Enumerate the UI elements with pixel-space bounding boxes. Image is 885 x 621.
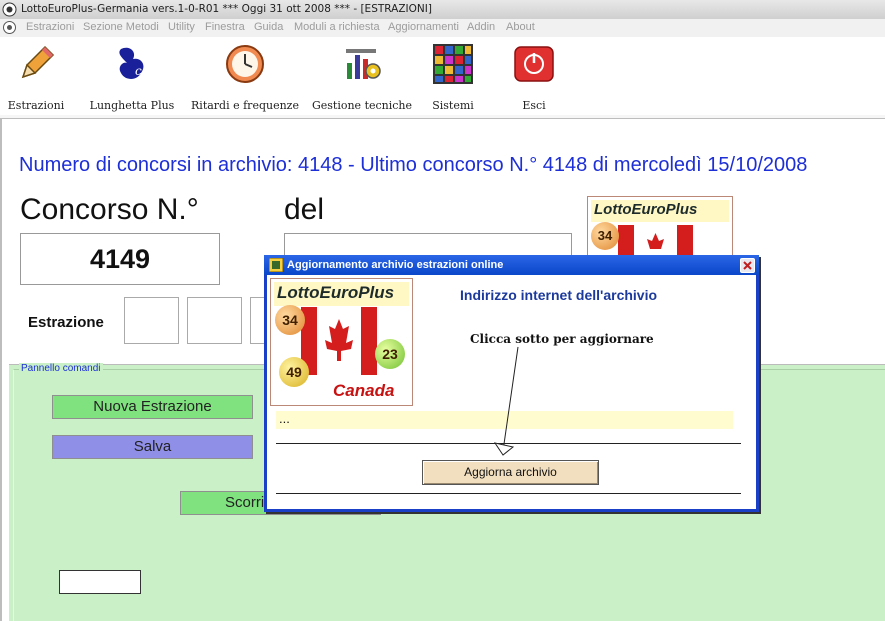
del-label: del [284,193,325,226]
menu-guida[interactable]: Guida [254,21,283,33]
dialog-app-icon [269,258,283,272]
tools-chart-icon [346,49,381,79]
lottery-hand-icon: cc [119,47,149,79]
toolbar-gestione-tecniche-button[interactable]: Gestione tecniche [308,43,416,112]
canada-flag-icon [301,307,377,375]
toolbar-esci-label: Esci [522,99,546,112]
toolbar-estrazioni-button[interactable]: Estrazioni [0,43,72,112]
salva-button[interactable]: Salva [52,435,253,459]
logo-ball: 34 [591,222,619,250]
logo-ball: 49 [279,357,309,387]
power-icon [514,46,554,82]
title-bar: LottoEuroPlus-Germania vers.1-0-R01 *** … [0,0,885,19]
aggiorna-archivio-button[interactable]: Aggiorna archivio [422,460,599,485]
menu-bar: Estrazioni Sezione Metodi Utility Finest… [0,19,885,37]
toolbar-ritardi-frequenze-label: Ritardi e frequenze [191,99,299,112]
dialog-title: Aggiornamento archivio estrazioni online [287,259,504,271]
menu-utility[interactable]: Utility [168,21,195,33]
toolbar-lunghetta-plus-button[interactable]: cc Lunghetta Plus [84,43,180,112]
menu-moduli-a-richiesta[interactable]: Moduli a richiesta [294,21,380,33]
lottoeuroplus-canada-logo: LottoEuroPlus 34 23 49 Canada [270,278,413,406]
toolbar-esci-button[interactable]: Esci [506,43,562,112]
estrazione-label: Estrazione [28,314,104,331]
concorso-label: Concorso N.° [20,193,199,226]
grid-icon [433,44,473,84]
logo-country: Canada [333,381,395,400]
menu-aggiornamenti[interactable]: Aggiornamenti [388,21,459,33]
toolbar-ritardi-frequenze-button[interactable]: Ritardi e frequenze [186,43,304,112]
menu-sezione-metodi[interactable]: Sezione Metodi [83,21,159,33]
app-icon [2,2,17,17]
clock-icon [226,45,264,83]
logo-ball: 23 [375,339,405,369]
nuova-estrazione-button[interactable]: Nuova Estrazione [52,395,253,419]
small-input-field[interactable] [59,570,141,594]
dialog-heading: Indirizzo internet dell'archivio [460,287,658,303]
update-instruction: Clicca sotto per aggiornare [470,332,654,346]
svg-text:cc: cc [135,64,149,78]
logo-ball: 34 [275,305,305,335]
menu-finestra[interactable]: Finestra [205,21,245,33]
close-icon [743,261,752,270]
system-menu-icon[interactable] [2,20,17,35]
toolbar-estrazioni-label: Estrazioni [7,99,65,112]
toolbar-sistemi-button[interactable]: Sistemi [422,43,484,112]
window-title: LottoEuroPlus-Germania vers.1-0-R01 *** … [21,3,432,15]
menu-addin[interactable]: Addin [467,21,495,33]
archive-info: Numero di concorsi in archivio: 4148 - U… [19,154,808,176]
toolbar: Estrazioni cc Lunghetta Plus Ritardi e f… [0,37,885,115]
divider [276,493,741,494]
toolbar-gestione-tecniche-label: Gestione tecniche [311,99,413,112]
logo-title: LottoEuroPlus [594,201,698,218]
archive-url-field[interactable]: ... [276,411,733,429]
dialog-title-bar: Aggiornamento archivio estrazioni online [264,255,759,275]
estrazione-number-field[interactable] [124,297,179,344]
lottoeuroplus-logo: LottoEuroPlus 34 [587,196,733,256]
estrazione-number-field[interactable] [187,297,242,344]
divider [276,443,741,444]
command-panel-legend: Pannello comandi [19,363,103,374]
close-button[interactable] [740,258,755,273]
toolbar-sistemi-label: Sistemi [432,99,474,112]
update-archive-dialog: Aggiornamento archivio estrazioni online… [264,255,759,512]
pencil-icon [21,45,55,79]
logo-title: LottoEuroPlus [277,283,395,302]
canada-flag-icon [618,225,693,255]
toolbar-lunghetta-plus-label: Lunghetta Plus [89,99,175,112]
concorso-number-field[interactable]: 4149 [20,233,220,285]
menu-about[interactable]: About [506,21,535,33]
menu-estrazioni[interactable]: Estrazioni [26,21,74,33]
